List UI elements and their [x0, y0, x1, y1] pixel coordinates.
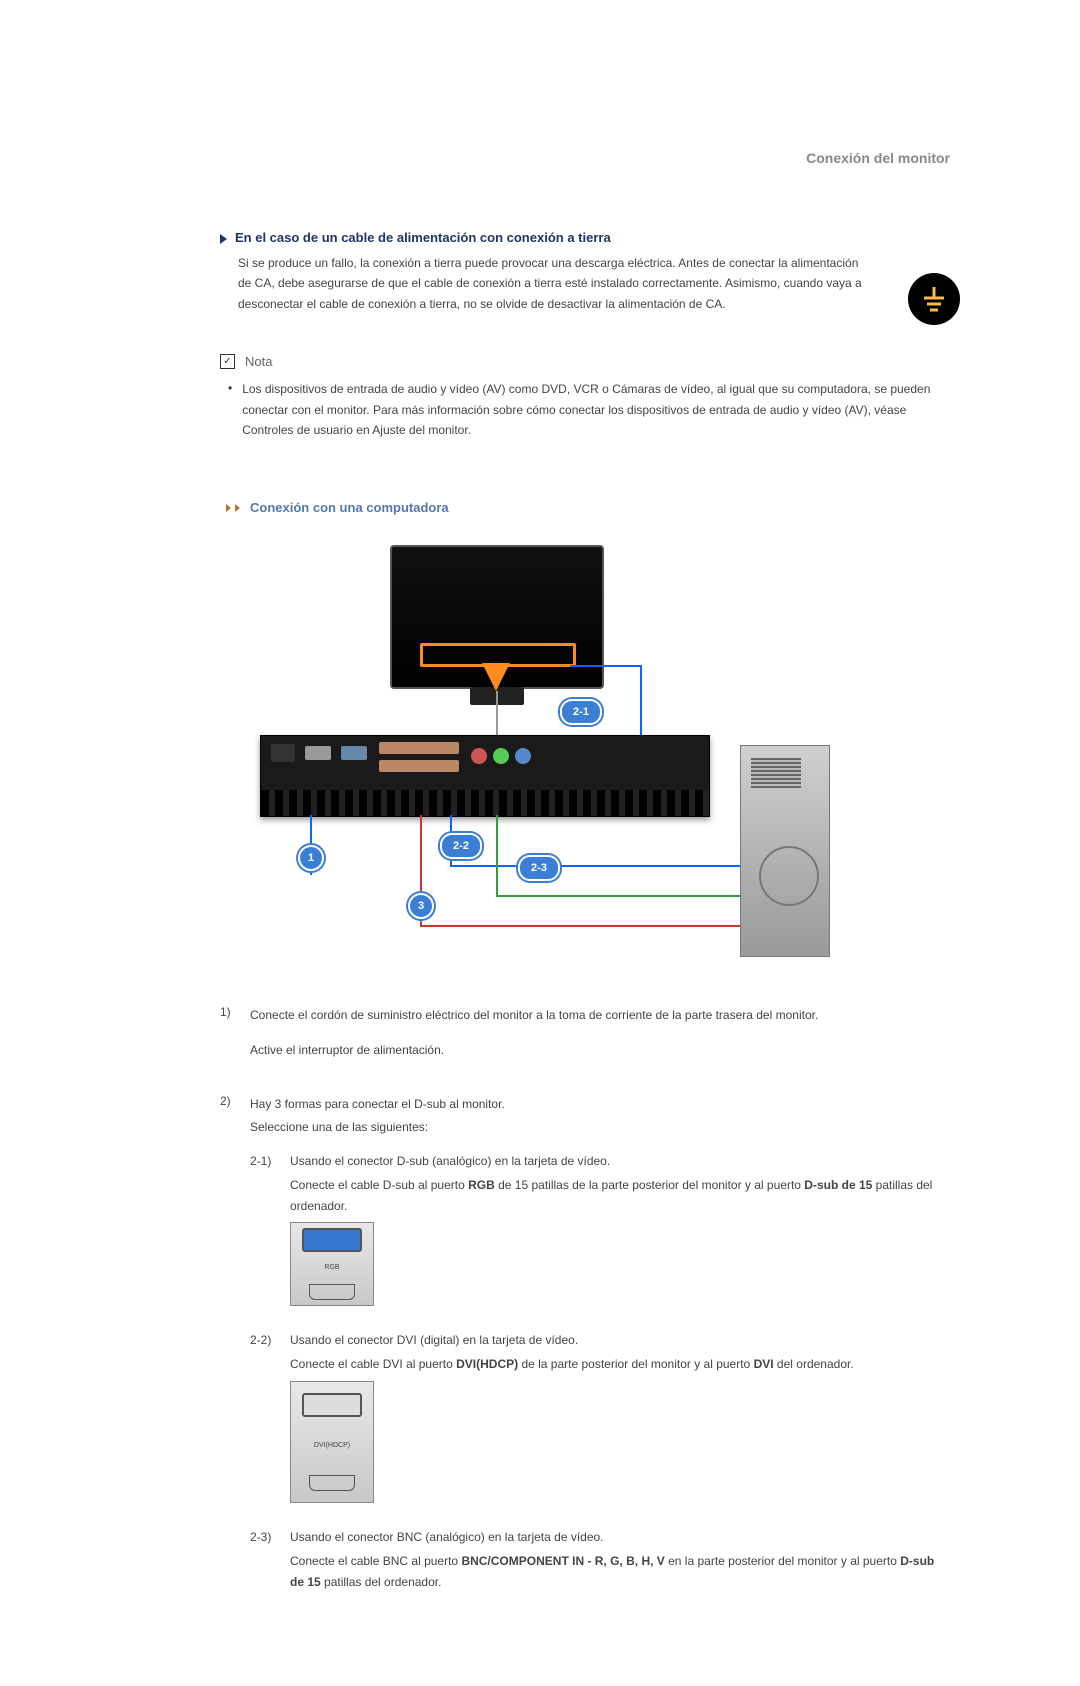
step-1: 1) Conecte el cordón de suministro eléct… — [220, 1005, 950, 1074]
computer-heading: Conexión con una computadora — [250, 500, 449, 515]
substep-2-2-line-2: Conecte el cable DVI al puerto DVI(HDCP)… — [290, 1354, 950, 1374]
document-page: Conexión del monitor En el caso de un ca… — [0, 0, 1080, 1686]
step-1-line-2: Active el interruptor de alimentación. — [250, 1040, 950, 1060]
port-row-icon — [379, 742, 459, 754]
step-2-intro-1: Hay 3 formas para conectar el D-sub al m… — [250, 1094, 950, 1114]
wire-icon — [496, 895, 740, 897]
pc-vents-icon — [751, 758, 801, 788]
substep-body: Usando el conector DVI (digital) en la t… — [290, 1330, 950, 1503]
monitor-back-panel-icon — [260, 735, 710, 817]
wire-icon — [496, 815, 498, 895]
port-icon — [515, 748, 531, 764]
ground-body: Si se produce un fallo, la conexión a ti… — [238, 253, 870, 314]
trapezoid-icon — [309, 1475, 355, 1491]
nota-label: Nota — [245, 354, 272, 369]
substep-2-3-line-1: Usando el conector BNC (analógico) en la… — [290, 1527, 950, 1547]
diagram-marker-3: 3 — [408, 893, 434, 919]
wire-icon — [570, 665, 640, 667]
substep-body: Usando el conector BNC (analógico) en la… — [290, 1527, 950, 1596]
substep-body: Usando el conector D-sub (analógico) en … — [290, 1151, 950, 1306]
wire-icon — [420, 925, 740, 927]
arrow-right-icon — [235, 504, 240, 512]
dvi-connector-icon — [302, 1393, 362, 1417]
diagram-marker-2-3: 2-3 — [518, 855, 560, 881]
step-2-intro-2: Seleccione una de las siguientes: — [250, 1117, 950, 1137]
step-1-line-1: Conecte el cordón de suministro eléctric… — [250, 1005, 950, 1025]
ground-section: En el caso de un cable de alimentación c… — [130, 230, 950, 440]
wire-icon — [450, 865, 740, 867]
wire-icon — [640, 665, 642, 735]
step-2: 2) Hay 3 formas para conectar el D-sub a… — [220, 1094, 950, 1606]
pc-tower-icon — [740, 745, 830, 957]
step-body: Hay 3 formas para conectar el D-sub al m… — [250, 1094, 950, 1606]
substep-2-3: 2-3) Usando el conector BNC (analógico) … — [250, 1527, 950, 1596]
page-title: Conexión del monitor — [806, 150, 950, 166]
port-icon — [471, 748, 487, 764]
ground-heading-row: En el caso de un cable de alimentación c… — [220, 230, 950, 245]
nota-body: Los dispositivos de entrada de audio y v… — [242, 379, 950, 440]
port-icon — [305, 746, 331, 760]
substep-2-3-line-2: Conecte el cable BNC al puerto BNC/COMPO… — [290, 1551, 950, 1592]
substep-2-1-line-1: Usando el conector D-sub (analógico) en … — [290, 1151, 950, 1171]
port-icon — [271, 744, 295, 762]
bullet-icon: • — [228, 381, 232, 440]
step-number: 1) — [220, 1005, 250, 1074]
step-body: Conecte el cordón de suministro eléctric… — [250, 1005, 950, 1074]
substep-2-2: 2-2) Usando el conector DVI (digital) en… — [250, 1330, 950, 1503]
port-label: DVI(HDCP) — [314, 1440, 350, 1452]
port-row-icon — [379, 760, 459, 772]
arrow-right-icon — [220, 234, 227, 244]
port-label: RGB — [324, 1262, 339, 1274]
diagram-marker-2-2: 2-2 — [440, 833, 482, 859]
substep-2-1-line-2: Conecte el cable D-sub al puerto RGB de … — [290, 1175, 950, 1216]
nota-row: ✓ Nota — [220, 354, 950, 369]
connection-diagram: 2-1 1 2-2 2-3 3 — [250, 535, 830, 965]
ground-symbol-icon — [908, 273, 960, 325]
substep-2-2-line-1: Usando el conector DVI (digital) en la t… — [290, 1330, 950, 1350]
nota-body-row: • Los dispositivos de entrada de audio y… — [228, 379, 950, 440]
pc-fan-icon — [759, 846, 819, 906]
ground-block: Si se produce un fallo, la conexión a ti… — [238, 253, 950, 314]
computer-heading-row: Conexión con una computadora — [226, 500, 950, 515]
diagram-connector-icon — [496, 691, 498, 735]
substep-number: 2-3) — [250, 1527, 290, 1596]
expand-arrow-icon — [482, 663, 510, 691]
arrow-right-icon — [226, 504, 231, 512]
diagram-marker-1: 1 — [298, 845, 324, 871]
port-icon — [341, 746, 367, 760]
vga-connector-icon — [302, 1228, 362, 1252]
diagram-marker-2-1: 2-1 — [560, 699, 602, 725]
ground-heading: En el caso de un cable de alimentación c… — [235, 230, 611, 245]
substep-number: 2-2) — [250, 1330, 290, 1503]
panel-connectors-icon — [261, 790, 709, 816]
dvi-port-image: DVI(HDCP) — [290, 1381, 374, 1503]
port-icon — [493, 748, 509, 764]
substep-number: 2-1) — [250, 1151, 290, 1306]
rgb-port-image: RGB — [290, 1222, 374, 1306]
step-number: 2) — [220, 1094, 250, 1606]
trapezoid-icon — [309, 1284, 355, 1300]
substep-2-1: 2-1) Usando el conector D-sub (analógico… — [250, 1151, 950, 1306]
check-box-icon: ✓ — [220, 354, 235, 369]
